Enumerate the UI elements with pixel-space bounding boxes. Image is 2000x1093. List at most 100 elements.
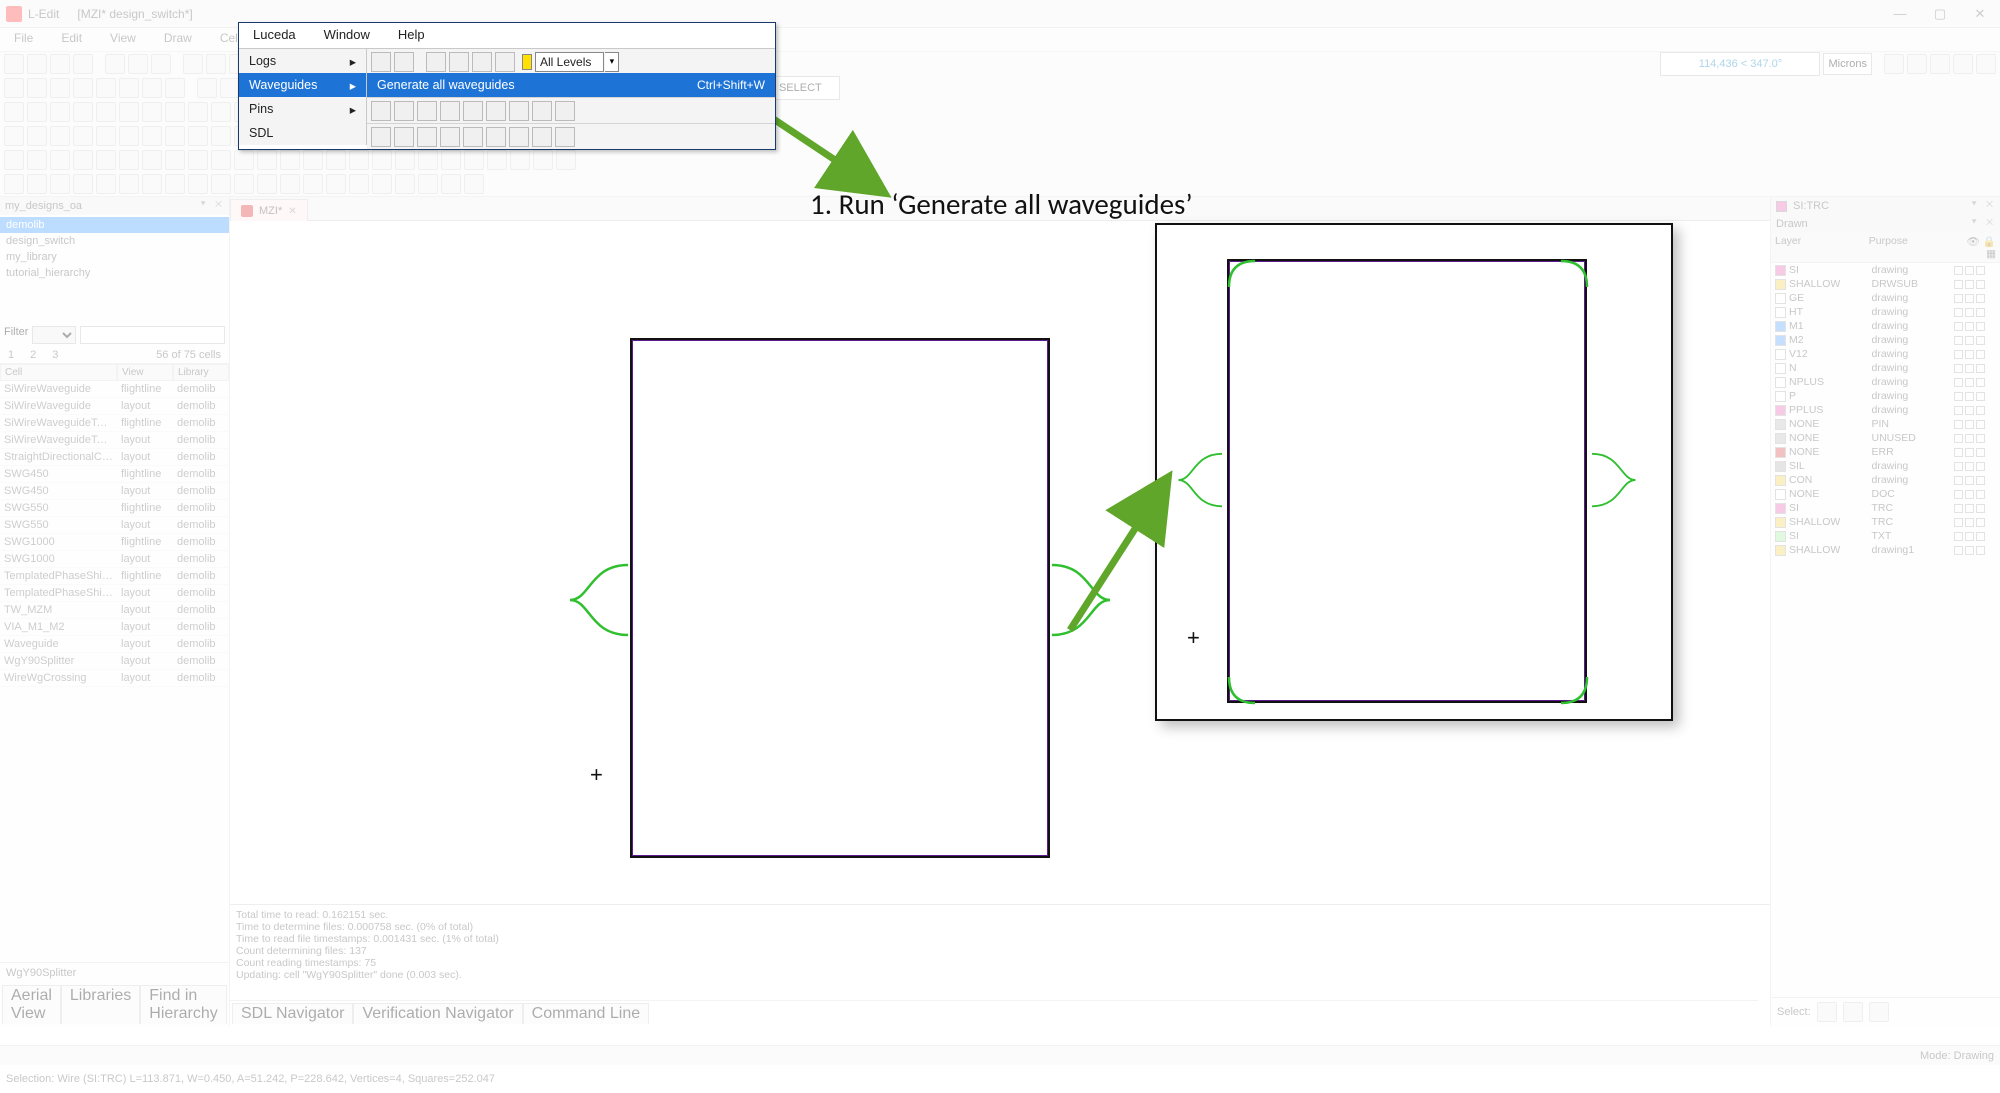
toolbar-icon[interactable] <box>440 101 460 121</box>
layer-toggles[interactable] <box>1954 322 1996 331</box>
tool-icon[interactable] <box>27 126 47 146</box>
tool-icon[interactable] <box>303 150 323 170</box>
tool-icon[interactable] <box>220 78 240 98</box>
toolbar-icon[interactable] <box>440 127 460 147</box>
layer-row[interactable]: NPLUS drawing <box>1771 375 2000 389</box>
tool-icon[interactable] <box>4 78 24 98</box>
toolbar-icon[interactable] <box>426 52 446 72</box>
layer-row[interactable]: N drawing <box>1771 361 2000 375</box>
luceda-menu[interactable]: Luceda <box>239 23 310 48</box>
tool-icon[interactable] <box>211 102 231 122</box>
layer-toggles[interactable] <box>1954 462 1996 471</box>
layer-row[interactable]: SI drawing <box>1771 263 2000 277</box>
toolbar-icon[interactable] <box>532 127 552 147</box>
layer-row[interactable]: SI TRC <box>1771 501 2000 515</box>
tool-icon[interactable] <box>326 150 346 170</box>
table-row[interactable]: SWG550flightlinedemolib <box>0 500 229 517</box>
tool-icon[interactable] <box>96 126 116 146</box>
tool-icon[interactable] <box>4 54 24 74</box>
window-menu[interactable]: Window <box>310 23 384 48</box>
table-row[interactable]: WireWgCrossinglayoutdemolib <box>0 670 229 687</box>
toolbar-icon[interactable] <box>486 101 506 121</box>
toolbar-icon[interactable] <box>509 101 529 121</box>
layer-toggles[interactable] <box>1954 518 1996 527</box>
tool-icon[interactable] <box>4 102 24 122</box>
toolbar-icon[interactable] <box>555 101 575 121</box>
tool-icon[interactable] <box>73 174 93 194</box>
table-row[interactable]: Waveguidelayoutdemolib <box>0 636 229 653</box>
tool-icon[interactable] <box>257 174 277 194</box>
layer-toggles[interactable] <box>1954 280 1996 289</box>
tool-icon[interactable] <box>418 174 438 194</box>
menu-file[interactable]: File <box>0 28 47 51</box>
toolbar-icon[interactable] <box>555 127 575 147</box>
tool-icon[interactable] <box>487 150 507 170</box>
tab-verification-navigator[interactable]: Verification Navigator <box>353 1003 522 1024</box>
design-nav-header[interactable]: my_designs_oa <box>0 197 229 215</box>
layer-row[interactable]: P drawing <box>1771 389 2000 403</box>
tool-icon[interactable] <box>441 150 461 170</box>
tab-libraries[interactable]: Libraries <box>61 985 140 1024</box>
tab-find-hierarchy[interactable]: Find in Hierarchy <box>140 985 226 1024</box>
tool-icon[interactable] <box>349 150 369 170</box>
layer-row[interactable]: SI TXT <box>1771 529 2000 543</box>
filter-dropdown[interactable] <box>32 326 76 344</box>
tool-icon[interactable] <box>326 174 346 194</box>
tool-icon[interactable] <box>464 150 484 170</box>
col-view[interactable]: View <box>117 364 173 381</box>
layer-row[interactable]: M1 drawing <box>1771 319 2000 333</box>
toolbar-icon[interactable] <box>463 101 483 121</box>
tool-icon[interactable] <box>165 102 185 122</box>
layer-row[interactable]: CON drawing <box>1771 473 2000 487</box>
col-purpose[interactable]: Purpose <box>1869 235 1954 260</box>
tool-icon[interactable] <box>1884 54 1904 74</box>
layer-toggles[interactable] <box>1954 392 1996 401</box>
tool-icon[interactable] <box>4 150 24 170</box>
submenu-waveguides[interactable]: Waveguides▸ <box>239 73 366 97</box>
tool-icon[interactable] <box>96 150 116 170</box>
page-3[interactable]: 3 <box>52 349 58 361</box>
tool-icon[interactable] <box>441 174 461 194</box>
tool-icon[interactable] <box>211 174 231 194</box>
tool-icon[interactable] <box>372 174 392 194</box>
tool-icon[interactable] <box>165 150 185 170</box>
maximize-button[interactable]: ▢ <box>1920 0 1960 27</box>
library-item[interactable]: my_library <box>0 249 229 265</box>
layer-toggles[interactable] <box>1954 420 1996 429</box>
table-row[interactable]: SWG1000flightlinedemolib <box>0 534 229 551</box>
tool-icon[interactable] <box>188 150 208 170</box>
chevron-down-icon[interactable]: ▾ <box>605 52 619 72</box>
tool-icon[interactable] <box>197 78 217 98</box>
tool-icon[interactable] <box>280 150 300 170</box>
layer-row[interactable]: NONE ERR <box>1771 445 2000 459</box>
tool-icon[interactable] <box>119 126 139 146</box>
table-row[interactable]: SiWireWaveguideTempl…flightlinedemolib <box>0 415 229 432</box>
toolbar-icon[interactable] <box>449 52 469 72</box>
select-tool-icon[interactable] <box>1869 1002 1889 1022</box>
tool-icon[interactable] <box>464 174 484 194</box>
tool-icon[interactable] <box>1976 54 1996 74</box>
table-row[interactable]: SWG450flightlinedemolib <box>0 466 229 483</box>
toolbar-icon[interactable] <box>472 52 492 72</box>
layer-toggles[interactable] <box>1954 546 1996 555</box>
menu-draw[interactable]: Draw <box>150 28 206 51</box>
layer-toggles[interactable] <box>1954 336 1996 345</box>
minimize-button[interactable]: — <box>1880 0 1920 27</box>
submenu-logs[interactable]: Logs▸ <box>239 49 366 73</box>
select-tool-icon[interactable] <box>1817 1002 1837 1022</box>
toolbar-icon[interactable] <box>495 52 515 72</box>
tool-icon[interactable] <box>50 54 70 74</box>
units-dropdown[interactable]: Microns <box>1823 53 1872 75</box>
tool-icon[interactable] <box>395 174 415 194</box>
tool-icon[interactable] <box>73 78 93 98</box>
tool-icon[interactable] <box>50 150 70 170</box>
table-row[interactable]: StraightDirectionalCoup…layoutdemolib <box>0 449 229 466</box>
tool-icon[interactable] <box>303 174 323 194</box>
layer-row[interactable]: SHALLOW drawing1 <box>1771 543 2000 557</box>
tool-icon[interactable] <box>234 150 254 170</box>
tool-icon[interactable] <box>128 54 148 74</box>
tool-icon[interactable] <box>349 174 369 194</box>
tool-icon[interactable] <box>188 174 208 194</box>
tool-icon[interactable] <box>234 174 254 194</box>
layer-toggles[interactable] <box>1954 504 1996 513</box>
